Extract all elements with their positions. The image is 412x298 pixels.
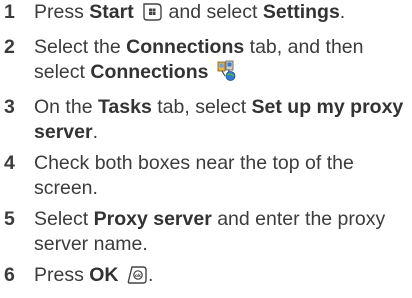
step-6: 6 Press OK ok . bbox=[0, 263, 408, 292]
step-number: 2 bbox=[4, 36, 15, 58]
step-keyword: Connections bbox=[126, 36, 245, 58]
step-text: Press bbox=[34, 264, 90, 286]
step-text: and select bbox=[163, 1, 263, 23]
step-text: On the bbox=[34, 96, 98, 118]
step-5: 5 Select Proxy server and enter the prox… bbox=[0, 207, 408, 257]
connections-icon bbox=[216, 60, 240, 89]
step-number: 3 bbox=[4, 96, 15, 118]
svg-text:ok: ok bbox=[135, 273, 142, 279]
step-keyword: Settings bbox=[262, 1, 340, 23]
step-text: Select the bbox=[34, 36, 127, 58]
step-keyword: Tasks bbox=[97, 96, 152, 118]
step-3: 3 On the Tasks tab, select Set up my pro… bbox=[0, 95, 408, 145]
step-text: tab, select bbox=[151, 96, 252, 118]
step-number: 1 bbox=[4, 1, 15, 23]
step-4: 4 Check both boxes near the top of the s… bbox=[0, 151, 408, 201]
step-text: Select bbox=[34, 208, 94, 230]
step-keyword: Start bbox=[89, 1, 134, 23]
step-text: . bbox=[147, 264, 154, 286]
ok-button-icon: ok bbox=[126, 265, 148, 292]
step-text: . bbox=[92, 121, 98, 143]
start-button-icon bbox=[141, 2, 163, 29]
step-2: 2 Select the Connections tab, and then s… bbox=[0, 35, 408, 89]
step-1: 1 Press Start and select Settings. bbox=[0, 0, 408, 29]
step-text: Check both boxes near the top of the scr… bbox=[34, 152, 354, 199]
step-number: 4 bbox=[4, 152, 15, 174]
step-keyword: Connections bbox=[90, 61, 209, 83]
step-keyword: Proxy server bbox=[93, 208, 212, 230]
step-text: . bbox=[339, 1, 346, 23]
instruction-steps: 1 Press Start and select Settings. 2 Sel… bbox=[0, 0, 412, 298]
step-number: 5 bbox=[4, 208, 15, 230]
step-number: 6 bbox=[4, 264, 15, 286]
step-keyword: OK bbox=[89, 264, 119, 286]
step-text: Press bbox=[34, 1, 90, 23]
